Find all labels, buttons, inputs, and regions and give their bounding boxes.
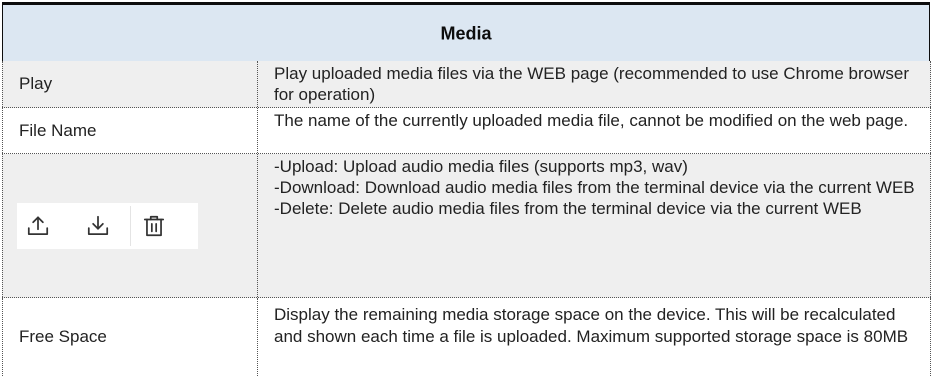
table-row-play: Play Play uploaded media files via the W… [2, 61, 931, 108]
table-row-file-actions: -Upload: Upload audio media files (suppo… [2, 154, 931, 298]
download-icon[interactable] [85, 213, 111, 239]
description-cell: Play uploaded media files via the WEB pa… [258, 61, 931, 107]
file-action-icons [17, 202, 198, 249]
table-header: Media [2, 2, 930, 63]
description-text: Display the remaining media storage spac… [274, 305, 909, 346]
field-cell: Play [2, 61, 258, 107]
icon-divider [130, 205, 131, 246]
description-text: The name of the currently uploaded media… [274, 111, 909, 130]
trash-icon[interactable] [141, 213, 167, 239]
upload-description: -Upload: Upload audio media files (suppo… [274, 157, 688, 176]
description-text: Play uploaded media files via the WEB pa… [274, 64, 909, 104]
table-row-free-space: Free Space Display the remaining media s… [2, 298, 931, 376]
download-description: -Download: Download audio media files fr… [274, 178, 915, 197]
description-cell: -Upload: Upload audio media files (suppo… [258, 154, 931, 297]
field-cell [2, 154, 258, 297]
field-cell: File Name [2, 108, 258, 153]
field-label-file-name: File Name [19, 120, 97, 140]
field-label-free-space: Free Space [19, 327, 107, 346]
table-title: Media [440, 23, 492, 43]
table-row-file-name: File Name The name of the currently uplo… [2, 108, 931, 154]
description-cell: The name of the currently uploaded media… [258, 108, 931, 153]
delete-description: -Delete: Delete audio media files from t… [274, 199, 862, 218]
field-cell: Free Space [2, 298, 258, 376]
media-table: Media Play Play uploaded media files via… [2, 2, 931, 376]
upload-icon[interactable] [25, 213, 51, 239]
description-cell: Display the remaining media storage spac… [258, 298, 931, 376]
field-label-play: Play [19, 74, 53, 93]
